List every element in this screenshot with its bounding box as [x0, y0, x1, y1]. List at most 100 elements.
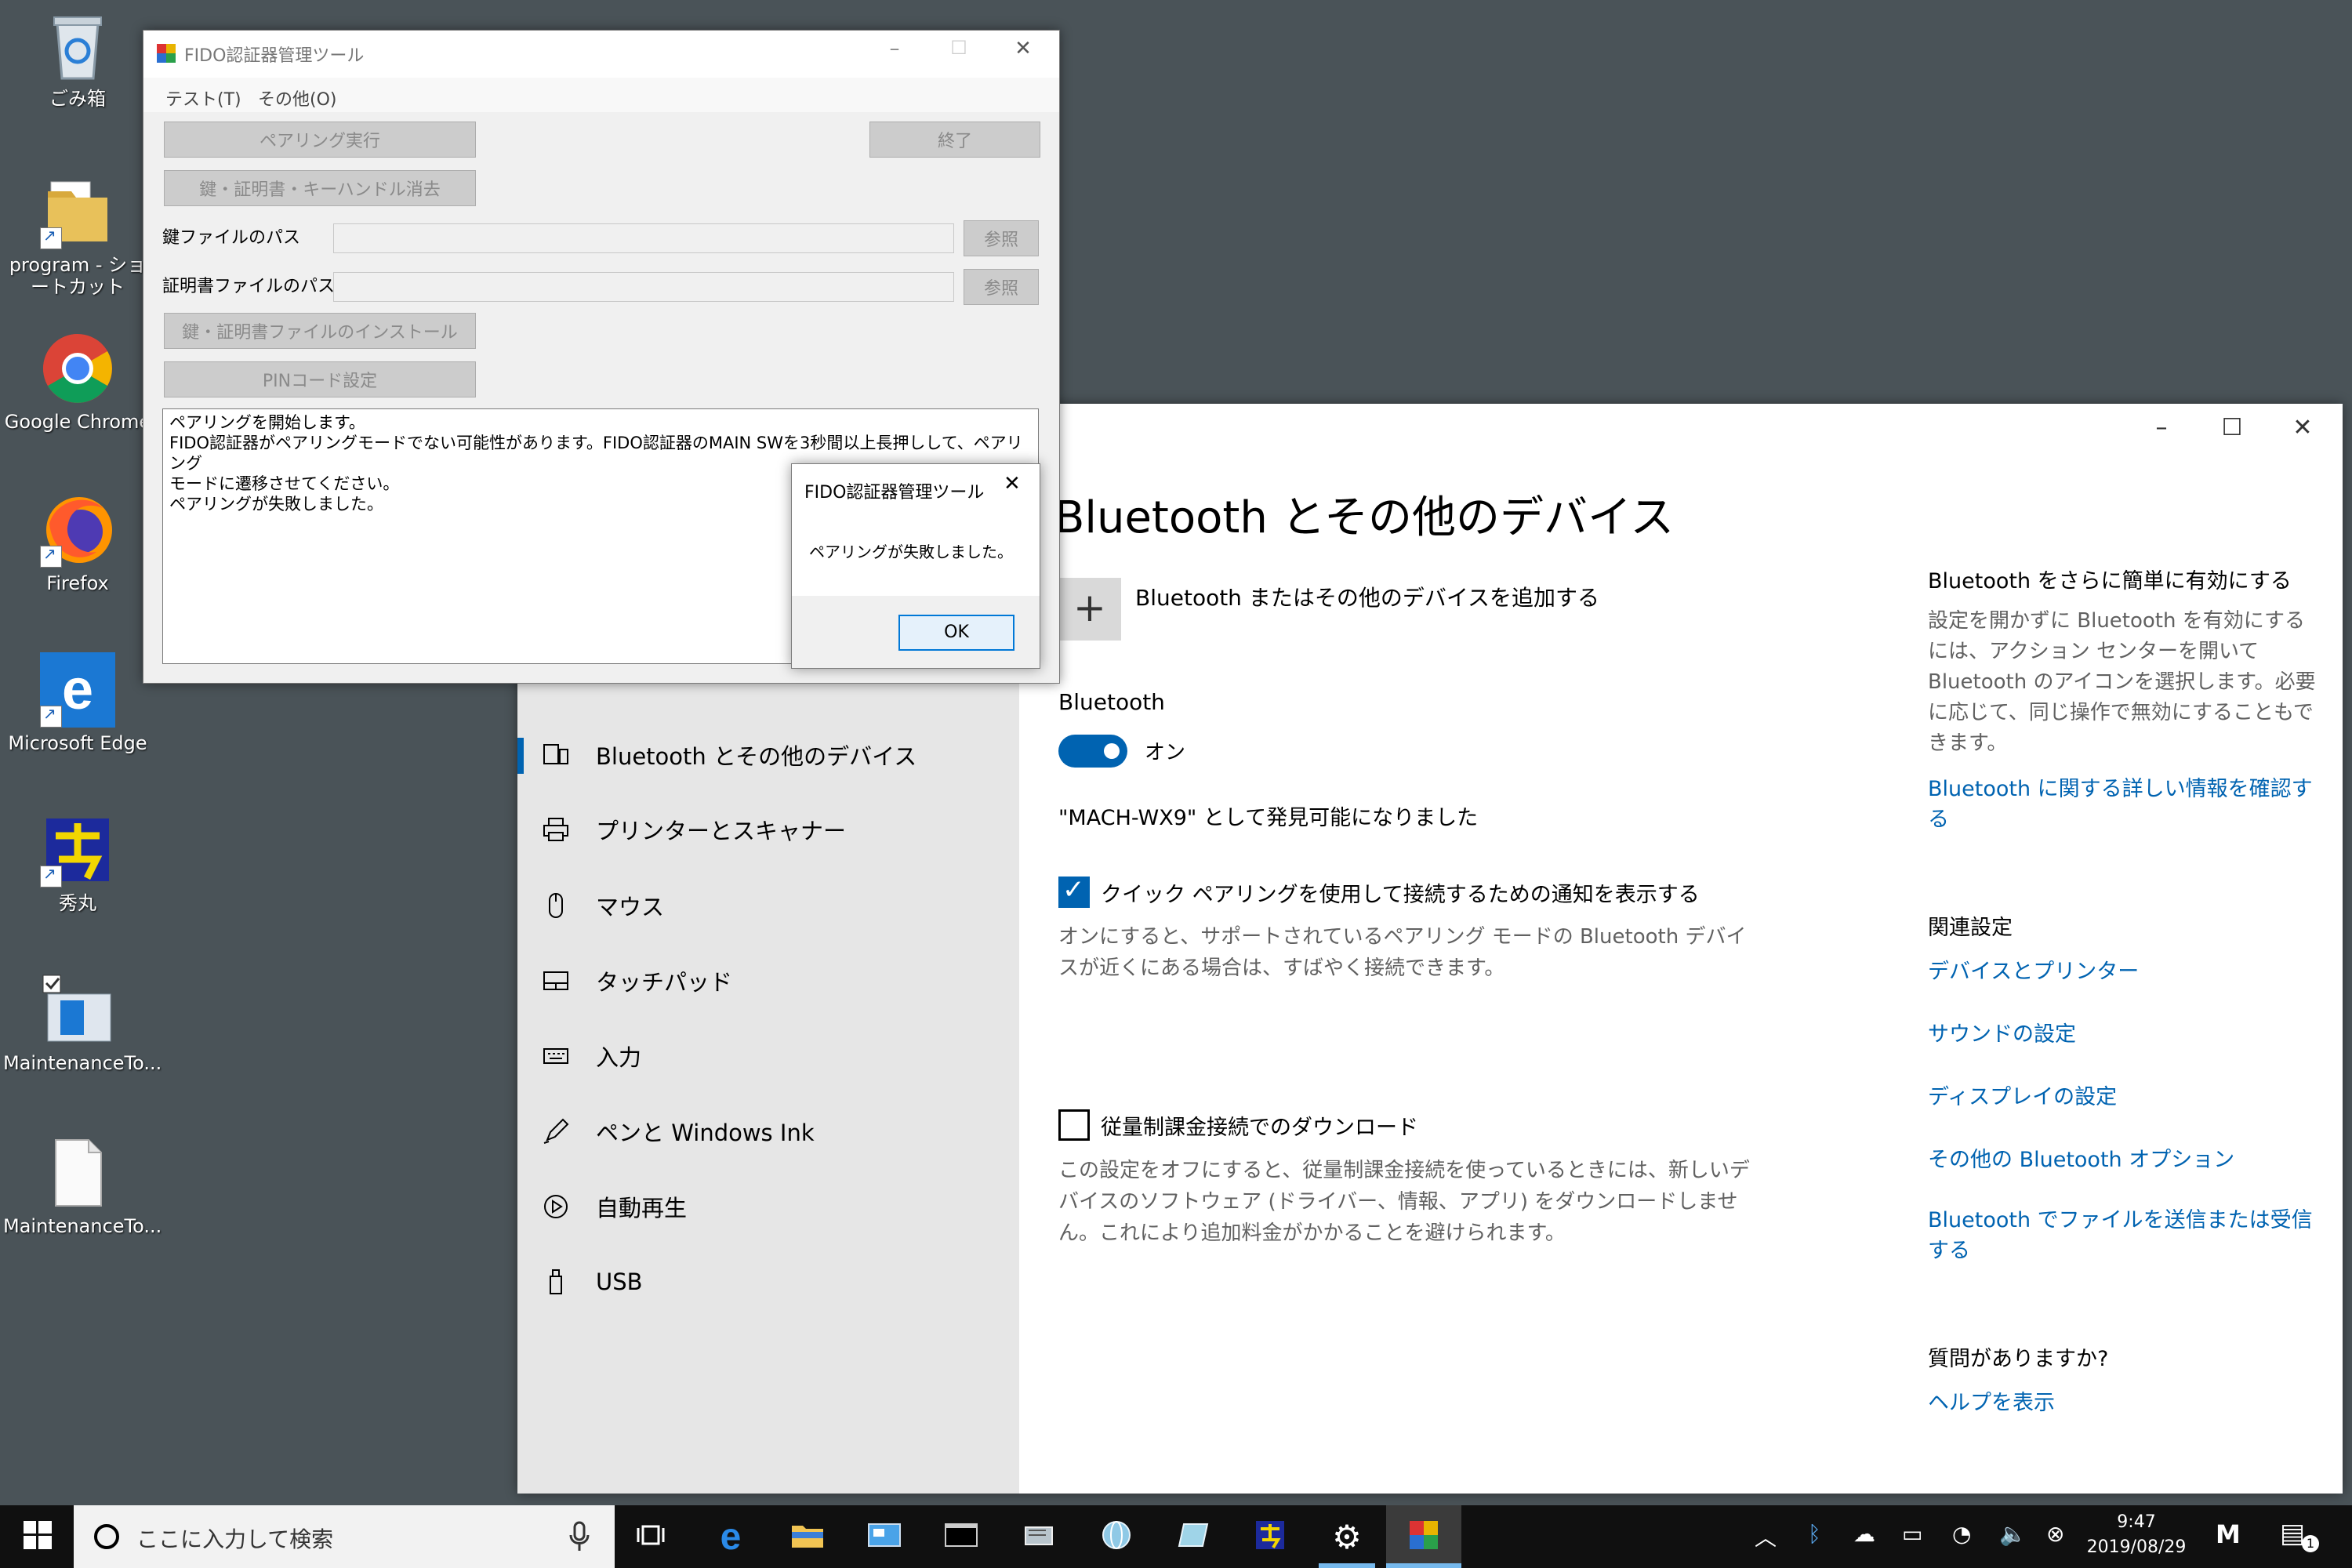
fido-maximize-button[interactable]: ☐ [927, 37, 990, 71]
bluetooth-toggle[interactable] [1058, 735, 1127, 768]
message-box-close-button[interactable]: ✕ [1004, 472, 1021, 495]
taskbar-edge-button[interactable]: e [707, 1513, 754, 1560]
taskbar-globe-app-button[interactable] [1093, 1513, 1140, 1560]
desktop-icon-maintenance-tool-file[interactable]: MaintenanceTo... [3, 1135, 162, 1237]
add-device-button[interactable]: + [1058, 578, 1121, 641]
battery-icon[interactable]: ▭ [1902, 1521, 1922, 1547]
action-center-button[interactable]: ▤ 1 [2280, 1518, 2327, 1557]
quick-pair-label[interactable]: クイック ペアリングを使用して接続するための通知を表示する [1101, 877, 1700, 908]
related-link-display[interactable]: ディスプレイの設定 [1928, 1080, 2117, 1110]
install-key-cert-button[interactable]: 鍵・証明書ファイルのインストール [164, 313, 476, 349]
nav-item-touchpad[interactable]: タッチパッド [517, 949, 1019, 1012]
taskbar-hidemaru-button[interactable] [1247, 1513, 1294, 1560]
fido-app-icon [1408, 1519, 1439, 1554]
settings-running-indicator [1319, 1563, 1375, 1568]
related-link-sound[interactable]: サウンドの設定 [1928, 1017, 2076, 1047]
metered-download-checkbox[interactable] [1058, 1109, 1090, 1141]
nav-item-label: USB [596, 1269, 643, 1295]
nav-item-label: ペンと Windows Ink [596, 1120, 815, 1146]
taskbar-network-tool-button[interactable] [1016, 1513, 1063, 1560]
chrome-icon [40, 331, 115, 406]
bluetooth-tray-icon[interactable]: ᛒ [1808, 1521, 1821, 1547]
desktop-icon-firefox[interactable]: Firefox [3, 492, 152, 594]
help-link[interactable]: ヘルプを表示 [1928, 1385, 2055, 1416]
quick-pair-checkbox[interactable] [1058, 874, 1090, 908]
desktop-icon-edge[interactable]: e Microsoft Edge [3, 652, 152, 754]
nav-item-typing[interactable]: 入力 [517, 1025, 1019, 1087]
pairing-button[interactable]: ペアリング実行 [164, 122, 476, 158]
fido-window-title: FIDO認証器管理ツール [184, 46, 365, 66]
cert-path-input[interactable] [333, 272, 954, 302]
taskbar-clock[interactable]: 9:47 2019/08/29 [2078, 1510, 2195, 1565]
svg-text:e: e [62, 659, 93, 721]
question-heading: 質問がありますか? [1928, 1347, 2109, 1371]
taskbar-control-panel-button[interactable] [861, 1513, 908, 1560]
discoverable-status: "MACH-WX9" として発見可能になりました [1058, 806, 1479, 830]
task-view-button[interactable] [627, 1513, 674, 1560]
fido-minimize-button[interactable]: – [863, 37, 926, 71]
pin-setting-button[interactable]: PINコード設定 [164, 361, 476, 397]
microphone-icon[interactable] [568, 1521, 591, 1552]
exit-button[interactable]: 終了 [869, 122, 1040, 158]
menu-other[interactable]: その他(O) [258, 85, 336, 111]
taskbar-fido-tool-button[interactable] [1400, 1513, 1447, 1560]
wifi-icon[interactable]: ◔ [1952, 1521, 1971, 1547]
nav-item-bluetooth[interactable]: Bluetooth とその他のデバイス [517, 724, 1019, 786]
start-button[interactable] [14, 1513, 61, 1560]
volume-icon[interactable]: 🔈 [1999, 1521, 2027, 1547]
printer-icon [541, 815, 571, 844]
taskbar-explorer-button[interactable] [784, 1513, 831, 1560]
onedrive-cloud-icon[interactable]: ☁ [1853, 1521, 1875, 1547]
bluetooth-label: Bluetooth [1058, 689, 1165, 715]
taskbar-terminal-button[interactable] [938, 1513, 985, 1560]
nav-item-pen[interactable]: ペンと Windows Ink [517, 1100, 1019, 1163]
desktop-icon-recycle-bin[interactable]: ごみ箱 [3, 8, 152, 110]
network-error-icon[interactable]: ⊗ [2046, 1521, 2064, 1547]
browse-cert-button[interactable]: 参照 [964, 269, 1039, 305]
hidemaru-icon [1254, 1519, 1286, 1554]
quick-pair-description: オンにすると、サポートされているペアリング モードの Bluetooth デバイ… [1058, 925, 1747, 980]
desktop-icon-hidemaru[interactable]: 秀丸 [3, 812, 152, 914]
nav-item-label: タッチパッド [596, 969, 733, 996]
mouse-icon [541, 891, 571, 920]
document-icon [40, 1135, 115, 1210]
settings-maximize-button[interactable]: ☐ [2197, 404, 2267, 452]
menu-test[interactable]: テスト(T) [165, 85, 241, 111]
erase-keys-button[interactable]: 鍵・証明書・キーハンドル消去 [164, 170, 476, 206]
clock-time: 9:47 [2117, 1512, 2156, 1532]
settings-close-button[interactable]: ✕ [2267, 404, 2338, 452]
nav-item-printers[interactable]: プリンターとスキャナー [517, 798, 1019, 861]
nav-item-autoplay[interactable]: 自動再生 [517, 1175, 1019, 1238]
edge-icon: e [720, 1515, 742, 1558]
desktop-icon-label: program - ショートカット [9, 254, 147, 298]
fido-close-button[interactable]: ✕ [992, 37, 1054, 71]
ime-indicator[interactable]: M [2216, 1519, 2241, 1549]
fido-titlebar[interactable]: FIDO認証器管理ツール – ☐ ✕ [143, 31, 1059, 78]
related-link-bluetooth-options[interactable]: その他の Bluetooth オプション [1928, 1142, 2234, 1173]
key-path-input[interactable] [333, 223, 954, 253]
hidemaru-icon [40, 812, 115, 887]
nav-item-usb[interactable]: USB [517, 1250, 1019, 1313]
desktop-icon-program-shortcut[interactable]: program - ショートカット [3, 174, 152, 298]
desktop-icon-chrome[interactable]: Google Chrome [3, 331, 152, 433]
taskbar-notebook-app-button[interactable] [1170, 1513, 1217, 1560]
add-device-label[interactable]: Bluetooth またはその他のデバイスを追加する [1135, 581, 1599, 612]
ok-button[interactable]: OK [898, 615, 1014, 651]
bluetooth-learn-more-link[interactable]: Bluetooth に関する詳しい情報を確認する [1928, 774, 2320, 835]
notification-count-badge: 1 [2302, 1535, 2319, 1552]
devices-icon [541, 740, 571, 770]
related-link-send-receive-files[interactable]: Bluetooth でファイルを送信または受信する [1928, 1205, 2320, 1266]
metered-download-label[interactable]: 従量制課金接続でのダウンロード [1101, 1110, 1418, 1141]
tray-overflow-chevron-icon[interactable]: ︿ [1755, 1521, 1777, 1552]
browse-key-button[interactable]: 参照 [964, 220, 1039, 256]
taskbar-settings-button[interactable]: ⚙ [1323, 1513, 1370, 1560]
recycle-bin-icon [40, 8, 115, 83]
nav-item-mouse[interactable]: マウス [517, 874, 1019, 937]
gear-icon: ⚙ [1332, 1517, 1362, 1556]
cert-path-label: 証明書ファイルのパス [162, 277, 336, 296]
settings-minimize-button[interactable]: – [2126, 404, 2197, 452]
related-link-devices-printers[interactable]: デバイスとプリンター [1928, 954, 2139, 985]
desktop-icon-label: MaintenanceTo... [3, 1215, 162, 1237]
taskbar-search-box[interactable]: ここに入力して検索 [74, 1505, 615, 1568]
desktop-icon-maintenance-tool-app[interactable]: MaintenanceTo... [3, 972, 162, 1074]
